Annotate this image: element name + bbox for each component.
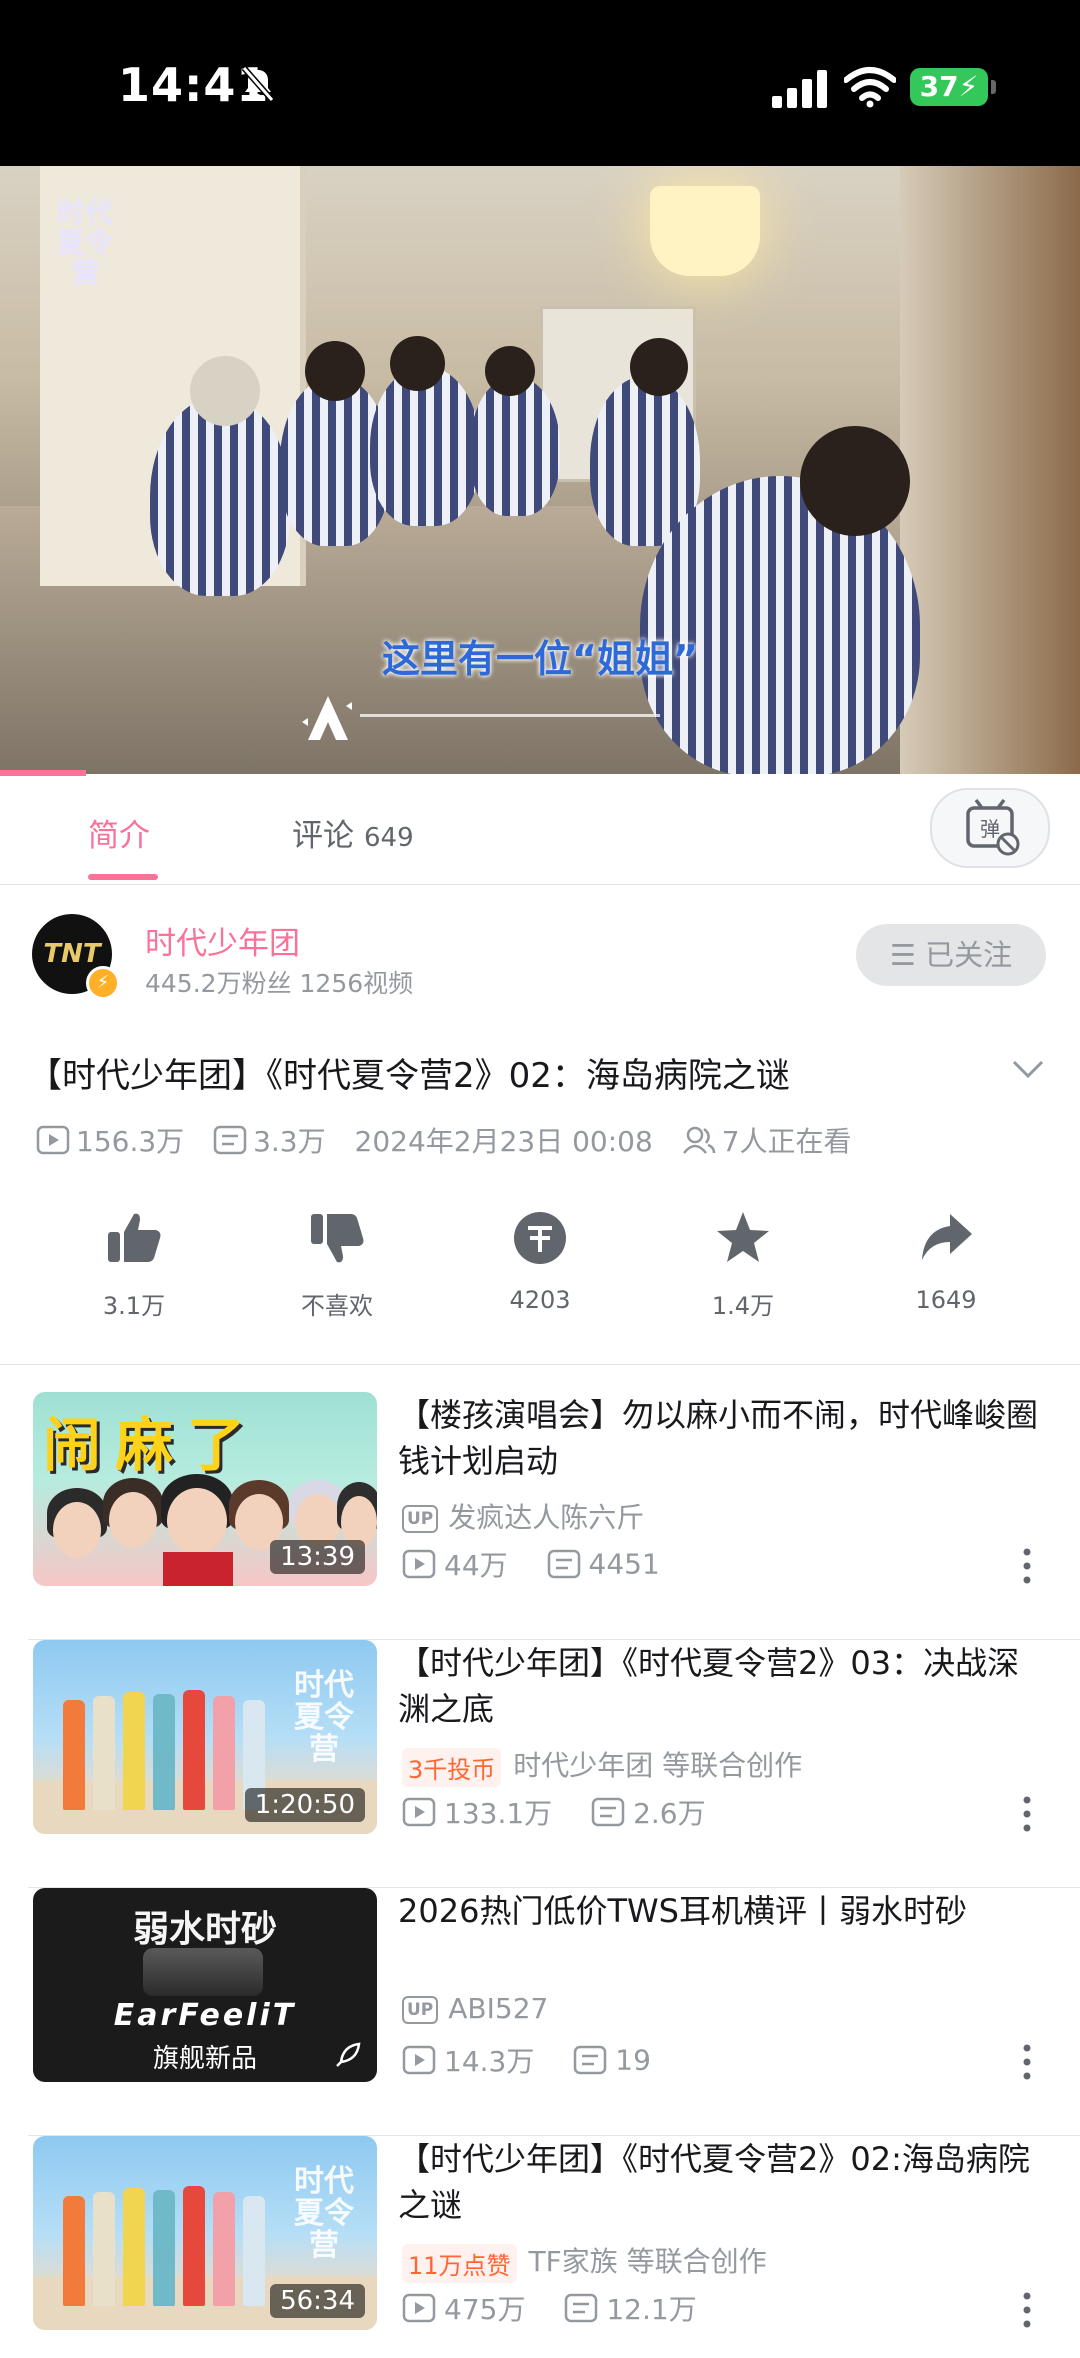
coin-icon [514, 1212, 566, 1264]
viewers-icon [682, 1126, 715, 1154]
danmaku-count: 3.3万 [253, 1125, 326, 1158]
danmaku-count-icon [591, 1797, 625, 1827]
coin-button[interactable]: 4203 [470, 1208, 610, 1328]
share-count: 1649 [915, 1286, 977, 1314]
follow-button[interactable]: ☰ 已关注 [856, 924, 1046, 986]
star-icon [717, 1212, 769, 1262]
share-icon [922, 1214, 972, 1260]
rec-author[interactable]: UP ABI527 [402, 1992, 548, 2025]
video-duration: 13:39 [270, 1540, 365, 1574]
list-item[interactable]: 闹麻了 13:39 【楼孩演唱会】勿以麻小而不闹，时代峰峻圈钱计划启动 UP 发疯… [0, 1392, 1080, 1640]
svg-text:弹: 弹 [980, 817, 1000, 841]
video-subtitle: 这里有一位“姐姐” [382, 637, 698, 681]
tab-intro[interactable]: 简介 [88, 810, 150, 855]
play-count-icon [36, 1125, 70, 1155]
rec-title[interactable]: 【时代少年团】《时代夏令营2》03：决战深渊之底 [398, 1640, 1038, 1732]
status-bar: 14:41 37⚡ [0, 0, 1080, 166]
cellular-signal-icon [772, 70, 827, 108]
video-thumbnail[interactable]: 时代夏令营 1:20:50 [33, 1640, 377, 1834]
play-count-icon [402, 2045, 436, 2075]
action-bar: 3.1万 不喜欢 4203 1.4万 1649 [0, 1208, 1080, 1328]
rec-stats: 14.3万 19 [402, 2040, 651, 2080]
tab-comments-label: 评论 [292, 818, 354, 854]
play-count-icon [402, 2293, 436, 2323]
like-count: 3.1万 [102, 1292, 166, 1320]
uploader-name[interactable]: 时代少年团 [145, 918, 300, 963]
thumbs-down-icon [311, 1214, 364, 1263]
rec-author[interactable]: UP 发疯达人陈六斤 [402, 1496, 644, 1536]
danmaku-count-icon [547, 1549, 580, 1579]
rec-tag: 3千投币 [402, 1747, 502, 1787]
rec-title[interactable]: 【时代少年团】《时代夏令营2》02:海岛病院之谜 [398, 2136, 1038, 2228]
video-title: 【时代少年团】《时代夏令营2》02：海岛病院之谜 [28, 1056, 790, 1096]
show-logo: 时代夏令营 [56, 196, 113, 289]
video-meta: 156.3万 3.3万 2024年2月23日 00:08 7人正在看 [36, 1120, 852, 1160]
video-thumbnail[interactable]: 闹麻了 13:39 [33, 1392, 377, 1586]
list-item[interactable]: 弱水时砂 EarFeeliT 旗舰新品 2026热门低价TWS耳机横评丨弱水时砂… [0, 1888, 1080, 2136]
more-options-icon[interactable] [1020, 1546, 1034, 1586]
bell-muted-icon [241, 66, 275, 102]
video-thumbnail[interactable]: 弱水时砂 EarFeeliT 旗舰新品 [33, 1888, 377, 2082]
divider [0, 1364, 1080, 1365]
share-button[interactable]: 1649 [876, 1208, 1016, 1328]
rec-stats: 133.1万 2.6万 [402, 1792, 706, 1832]
dislike-button[interactable]: 不喜欢 [267, 1208, 407, 1328]
danmaku-off-icon: 弹 [966, 798, 1020, 856]
favorite-count: 1.4万 [711, 1292, 775, 1320]
play-count-icon [402, 1797, 436, 1827]
video-player[interactable]: 时代夏令营 这里有一位“姐姐” [0, 166, 1080, 774]
more-options-icon[interactable] [1020, 1794, 1034, 1834]
up-badge-icon: UP [402, 1996, 439, 2024]
battery-indicator: 37⚡ [910, 68, 996, 106]
list-item[interactable]: 时代夏令营 56:34 【时代少年团】《时代夏令营2》02:海岛病院之谜 11万… [0, 2136, 1080, 2358]
favorite-button[interactable]: 1.4万 [673, 1208, 813, 1328]
video-duration: 1:20:50 [244, 1788, 365, 1822]
rec-author[interactable]: 11万点赞 TF家族 等联合创作 [402, 2240, 767, 2283]
play-count-icon [402, 1549, 436, 1579]
rec-title[interactable]: 2026热门低价TWS耳机横评丨弱水时砂 [398, 1888, 1038, 1934]
rocket-icon [336, 2042, 361, 2067]
content-tabs: 简介 评论 649 弹 [0, 774, 1080, 885]
danmaku-count-icon [574, 2045, 607, 2075]
danmaku-toggle-button[interactable]: 弹 [930, 788, 1050, 868]
danmaku-count-icon [565, 2293, 598, 2323]
tab-active-indicator [88, 874, 158, 880]
video-duration: 56:34 [270, 2284, 365, 2318]
video-thumbnail[interactable]: 时代夏令营 56:34 [33, 2136, 377, 2330]
tab-comments[interactable]: 评论 649 [292, 810, 414, 855]
danmaku-count-icon [213, 1125, 247, 1155]
list-item[interactable]: 时代夏令营 1:20:50 【时代少年团】《时代夏令营2》03：决战深渊之底 3… [0, 1640, 1080, 1888]
publish-date: 2024年2月23日 00:08 [354, 1125, 653, 1158]
show-watermark-icon [302, 696, 352, 740]
wifi-icon [844, 67, 896, 108]
rec-stats: 475万 12.1万 [402, 2288, 697, 2328]
rec-title[interactable]: 【楼孩演唱会】勿以麻小而不闹，时代峰峻圈钱计划启动 [398, 1392, 1038, 1484]
uploader-info: TNT ⚡ 时代少年团 445.2万粉丝 1256视频 ☰ 已关注 [0, 884, 1080, 1014]
watching-count: 7人正在看 [721, 1125, 852, 1158]
verified-badge-icon: ⚡ [86, 966, 120, 1000]
comments-count: 649 [364, 823, 414, 853]
chevron-down-icon[interactable] [1008, 1054, 1048, 1084]
like-button[interactable]: 3.1万 [64, 1208, 204, 1328]
view-count: 156.3万 [76, 1125, 185, 1158]
rec-stats: 44万 4451 [402, 1544, 660, 1584]
rec-author[interactable]: 3千投币 时代少年团 等联合创作 [402, 1744, 802, 1787]
thumbs-up-icon [108, 1213, 161, 1262]
uploader-stats: 445.2万粉丝 1256视频 [145, 969, 414, 998]
up-badge-icon: UP [402, 1505, 439, 1533]
more-options-icon[interactable] [1020, 2290, 1034, 2330]
dislike-label: 不喜欢 [301, 1292, 373, 1320]
coin-count: 4203 [509, 1286, 571, 1314]
rec-tag: 11万点赞 [402, 2243, 517, 2283]
more-options-icon[interactable] [1020, 2042, 1034, 2082]
